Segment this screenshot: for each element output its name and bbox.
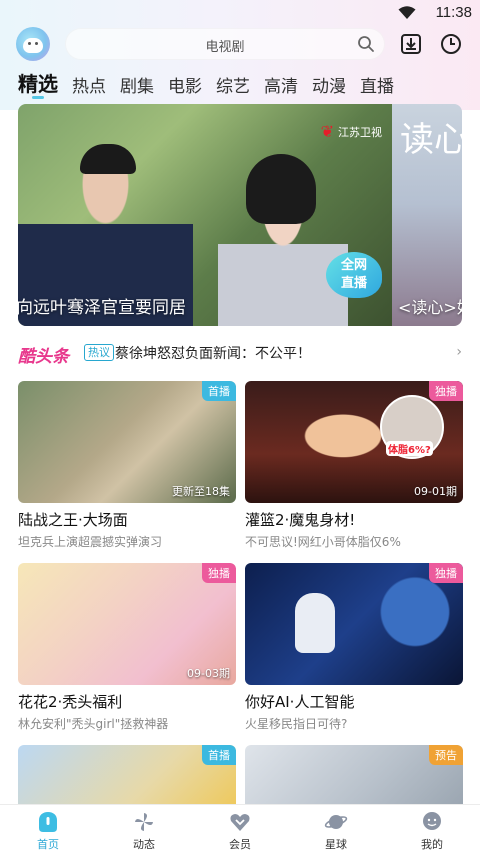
tab-series[interactable]: 剧集 xyxy=(120,72,154,97)
tab-live[interactable]: 直播 xyxy=(360,72,394,97)
live-badge: 全网 直播 xyxy=(326,252,382,298)
news-ticker[interactable]: 酷头条 热议 蔡徐坤怒怼负面新闻：不公平！ › xyxy=(18,340,464,367)
nav-feed[interactable]: 动态 xyxy=(114,811,174,852)
nav-vip-label: 会员 xyxy=(229,838,251,851)
status-time: 11:38 xyxy=(435,4,472,21)
card-subtitle: 坦克兵上演超震撼实弹演习 xyxy=(18,535,163,549)
avatar[interactable] xyxy=(16,27,50,61)
live-badge-line1: 全网 xyxy=(340,258,367,273)
channel-logo: ❦ 江苏卫视 xyxy=(321,122,382,141)
card-title: 你好AI·人工智能 xyxy=(245,693,355,711)
video-card[interactable]: 独播 你好AI·人工智能 火星移民指日可待? xyxy=(245,563,463,732)
tab-active-indicator xyxy=(32,96,44,99)
nav-planet-label: 星球 xyxy=(325,838,347,851)
video-card[interactable]: 首播 更新至18集 陆战之王·大场面 坦克兵上演超震撼实弹演习 xyxy=(18,381,236,550)
channel-logo-icon: ❦ xyxy=(320,122,334,141)
banner-person-right xyxy=(218,154,348,326)
card-badge: 独播 xyxy=(202,563,236,583)
banner-next-title: 读心 xyxy=(400,120,462,160)
bottom-nav: 首页 动态 会员 星球 我的 xyxy=(0,804,480,853)
astronaut-figure xyxy=(295,593,335,653)
video-card[interactable]: 独播 09-03期 花花2·秃头福利 林允安利"秃头girl"拯救神器 xyxy=(18,563,236,732)
ticker-brand: 酷头条 xyxy=(18,347,69,367)
video-thumbnail: 独播 09-03期 xyxy=(18,563,236,685)
ticker-hot-tag: 热议 xyxy=(84,344,114,361)
wifi-icon xyxy=(398,6,416,19)
history-icon[interactable] xyxy=(440,33,462,55)
video-card[interactable]: 体脂6%? 独播 09-01期 灌篮2·魔鬼身材! 不可思议!网红小哥体脂仅6% xyxy=(245,381,463,550)
thumbnail-inset-text: 体脂6%? xyxy=(386,441,433,456)
home-icon xyxy=(39,812,57,832)
card-episode-info: 更新至18集 xyxy=(172,485,230,498)
tab-selected[interactable]: 精选 xyxy=(18,68,58,97)
banner-next[interactable]: 读心 <读心>好 xyxy=(392,104,462,326)
tab-variety[interactable]: 综艺 xyxy=(216,72,250,97)
card-title: 灌篮2·魔鬼身材! xyxy=(245,511,356,529)
video-thumbnail: 首播 更新至18集 xyxy=(18,381,236,503)
avatar-face xyxy=(23,38,43,53)
card-episode-info: 09-03期 xyxy=(187,667,230,680)
banner-next-caption: <读心>好 xyxy=(398,298,462,317)
nav-feed-label: 动态 xyxy=(133,838,155,851)
banner-hair-right xyxy=(246,154,316,224)
video-thumbnail: 体脂6%? 独播 09-01期 xyxy=(245,381,463,503)
card-subtitle: 林允安利"秃头girl"拯救神器 xyxy=(18,717,169,731)
nav-home[interactable]: 首页 xyxy=(18,811,78,852)
card-badge: 首播 xyxy=(202,745,236,765)
tab-movies[interactable]: 电影 xyxy=(168,72,202,97)
nav-profile-label: 我的 xyxy=(421,838,443,851)
banner-main[interactable]: ❦ 江苏卫视 全网 直播 向远叶骞泽官宣要同居 xyxy=(18,104,392,326)
tab-hd[interactable]: 高清 xyxy=(264,72,298,97)
card-title: 花花2·秃头福利 xyxy=(18,693,123,711)
banner-caption: 向远叶骞泽官宣要同居 xyxy=(18,298,186,318)
tab-hot[interactable]: 热点 xyxy=(72,72,106,97)
nav-vip[interactable]: 会员 xyxy=(210,811,270,852)
status-bar: 11:38 xyxy=(0,0,480,26)
search-icon xyxy=(358,36,374,52)
card-episode-info: 09-01期 xyxy=(414,485,457,498)
nav-home-label: 首页 xyxy=(37,838,59,851)
search-input[interactable]: 电视剧 xyxy=(65,28,385,60)
video-thumbnail: 独播 xyxy=(245,563,463,685)
card-subtitle: 火星移民指日可待? xyxy=(245,717,348,731)
avatar-eye-left xyxy=(28,42,31,45)
card-badge: 独播 xyxy=(429,563,463,583)
ticker-headline: 蔡徐坤怒怼负面新闻：不公平！ xyxy=(115,346,311,362)
profile-icon xyxy=(423,812,441,830)
card-badge: 独播 xyxy=(429,381,463,401)
channel-name: 江苏卫视 xyxy=(338,125,382,139)
search-placeholder: 电视剧 xyxy=(205,40,245,55)
chevron-right-icon: › xyxy=(456,344,462,360)
card-badge: 首播 xyxy=(202,381,236,401)
card-badge: 预告 xyxy=(429,745,463,765)
banner-hair-left xyxy=(80,144,136,174)
planet-icon xyxy=(324,815,348,829)
pinwheel-icon xyxy=(135,813,153,831)
avatar-eye-right xyxy=(35,42,38,45)
thumbnail-inset: 体脂6%? xyxy=(380,395,444,459)
download-icon[interactable] xyxy=(400,33,422,55)
nav-planet[interactable]: 星球 xyxy=(306,811,366,852)
live-badge-line2: 直播 xyxy=(340,276,367,291)
card-title: 陆战之王·大场面 xyxy=(18,511,128,529)
nav-profile[interactable]: 我的 xyxy=(402,811,462,852)
card-subtitle: 不可思议!网红小哥体脂仅6% xyxy=(245,535,401,549)
vip-heart-icon xyxy=(230,814,250,831)
tab-anime[interactable]: 动漫 xyxy=(312,72,346,97)
